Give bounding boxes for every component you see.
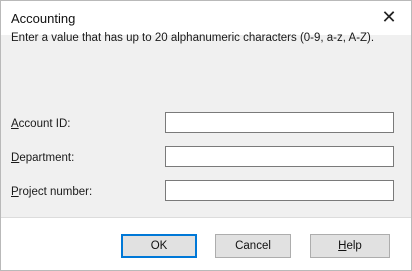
department-input[interactable]: [165, 146, 394, 167]
project-number-input[interactable]: [165, 180, 394, 201]
department-label: Department:: [11, 152, 75, 164]
accounting-dialog: Accounting ✕ Enter a value that has up t…: [0, 0, 412, 271]
cancel-button[interactable]: Cancel: [215, 234, 291, 258]
dialog-title: Accounting: [11, 11, 76, 26]
help-button[interactable]: Help: [310, 234, 390, 258]
close-icon[interactable]: ✕: [379, 7, 399, 27]
title-bar: Accounting ✕: [1, 1, 411, 35]
ok-button[interactable]: OK: [121, 234, 197, 258]
project-number-label: Project number:: [11, 186, 93, 198]
account-id-label: Account ID:: [11, 118, 71, 130]
description-text: Enter a value that has up to 20 alphanum…: [11, 32, 375, 44]
account-id-input[interactable]: [165, 112, 394, 133]
